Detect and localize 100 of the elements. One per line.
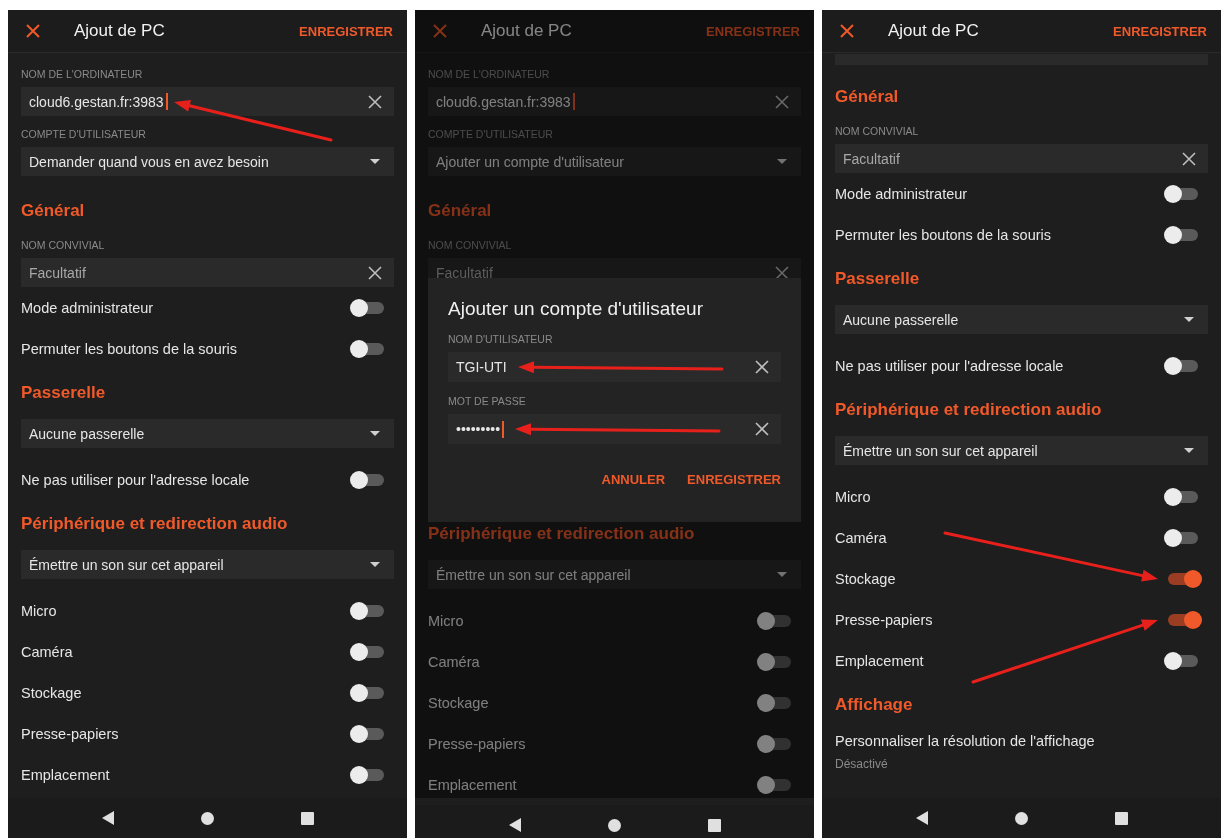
save-button[interactable]: ENREGISTRER <box>1113 23 1207 39</box>
section-heading: Affichage <box>835 694 914 716</box>
toggle-label: Presse-papiers <box>835 611 933 628</box>
save-button[interactable]: ENREGISTRER <box>299 23 393 39</box>
screen-title: Ajout de PC <box>888 21 980 41</box>
home-button[interactable] <box>605 816 623 834</box>
toggle-label: Emplacement <box>428 776 517 793</box>
dropdown[interactable]: Ajouter un compte d'utilisateur <box>428 147 801 176</box>
field-label: NOM CONVIVIAL <box>428 238 513 253</box>
setting-title: Personnaliser la résolution de l'affichage <box>835 732 1096 751</box>
toggle-label: Emplacement <box>21 766 110 783</box>
caret-icon <box>370 562 380 567</box>
setting-value: Désactivé <box>835 756 889 773</box>
dialog-button[interactable]: ENREGISTRER <box>687 472 781 487</box>
toggle-label: Caméra <box>428 653 480 670</box>
home-button[interactable] <box>1012 809 1030 827</box>
home-icon <box>607 818 621 832</box>
dropdown[interactable]: Émettre un son sur cet appareil <box>835 436 1208 465</box>
close-icon <box>368 266 382 280</box>
screen-title: Ajout de PC <box>74 21 166 41</box>
toggle-label: Ne pas utiliser pour l'adresse locale <box>21 471 250 488</box>
section-heading: Passerelle <box>835 268 921 290</box>
section-heading: Périphérique et redirection audio <box>835 399 1103 421</box>
close-button[interactable] <box>838 22 856 40</box>
toggle-label: Stockage <box>428 694 489 711</box>
close-icon <box>775 266 789 280</box>
text-field[interactable]: cloud6.gestan.fr:3983 <box>21 87 394 116</box>
dialog-title: Ajouter un compte d'utilisateur <box>448 298 704 320</box>
dropdown[interactable]: Aucune passerelle <box>835 305 1208 334</box>
toggle-label: Micro <box>21 602 57 619</box>
caret-icon <box>1184 317 1194 322</box>
caret-icon <box>777 159 787 164</box>
close-icon <box>755 360 769 374</box>
section-heading: Général <box>835 86 900 108</box>
field-label: NOM CONVIVIAL <box>21 238 106 253</box>
clear-button[interactable] <box>366 92 384 111</box>
field-label: NOM DE L'ORDINATEUR <box>21 67 144 82</box>
field-label: COMPTE D'UTILISATEUR <box>21 127 147 142</box>
toggle-label: Micro <box>428 612 464 629</box>
text-field[interactable]: cloud6.gestan.fr:3983 <box>428 87 801 116</box>
clear-button[interactable] <box>753 420 771 438</box>
section-heading: Passerelle <box>21 382 107 404</box>
field-label: MOT DE PASSE <box>448 394 527 409</box>
recents-icon <box>1114 811 1128 825</box>
toggle-label: Presse-papiers <box>21 725 119 742</box>
recents-button[interactable] <box>1112 809 1130 827</box>
text-field[interactable]: ••••••••• <box>448 414 781 444</box>
home-button[interactable] <box>198 809 216 827</box>
section-heading: Périphérique et redirection audio <box>428 523 696 545</box>
screen-title: Ajout de PC <box>481 21 573 41</box>
recents-button[interactable] <box>298 809 316 827</box>
back-icon <box>508 818 521 832</box>
section-heading: Général <box>428 200 493 222</box>
toggle-label: Permuter les boutons de la souris <box>835 226 1051 243</box>
back-icon <box>915 811 928 825</box>
close-icon <box>1182 152 1196 166</box>
close-icon <box>775 94 789 109</box>
caret-icon <box>1184 448 1194 453</box>
toggle-label: Presse-papiers <box>428 735 526 752</box>
toggle-label: Mode administrateur <box>21 299 154 316</box>
home-icon <box>1014 811 1028 825</box>
close-icon <box>840 24 854 38</box>
dialog-button[interactable]: ANNULER <box>601 472 666 487</box>
dropdown[interactable]: Émettre un son sur cet appareil <box>428 560 801 589</box>
close-icon <box>433 24 447 38</box>
clear-button[interactable] <box>753 358 771 376</box>
toggle-label: Stockage <box>21 684 82 701</box>
recents-button[interactable] <box>705 816 723 834</box>
clear-button[interactable] <box>773 92 791 111</box>
dropdown[interactable]: Aucune passerelle <box>21 419 394 448</box>
text-field[interactable]: Facultatif <box>835 144 1208 173</box>
toggle-label: Stockage <box>835 570 896 587</box>
text-field[interactable]: Facultatif <box>21 258 394 287</box>
dropdown[interactable]: Émettre un son sur cet appareil <box>21 550 394 579</box>
section-heading: Périphérique et redirection audio <box>21 513 289 535</box>
recents-icon <box>300 811 314 825</box>
caret-icon <box>370 431 380 436</box>
close-icon <box>26 24 40 38</box>
back-icon <box>101 811 114 825</box>
close-button[interactable] <box>24 22 42 40</box>
close-icon <box>368 94 382 109</box>
section-heading: Général <box>21 200 86 222</box>
toggle-label: Mode administrateur <box>835 185 968 202</box>
toggle-label: Micro <box>835 488 871 505</box>
field-label: NOM DE L'ORDINATEUR <box>428 67 551 82</box>
toggle-label: Emplacement <box>835 652 924 669</box>
clear-button[interactable] <box>366 264 384 282</box>
toggle-label: Caméra <box>835 529 887 546</box>
clear-button[interactable] <box>1180 150 1198 168</box>
dropdown[interactable]: Demander quand vous en avez besoin <box>21 147 394 176</box>
toggle-label: Caméra <box>21 643 73 660</box>
caret-icon <box>777 572 787 577</box>
toggle-label: Ne pas utiliser pour l'adresse locale <box>835 357 1064 374</box>
field-label: NOM CONVIVIAL <box>835 124 920 139</box>
toggle-label: Permuter les boutons de la souris <box>21 340 237 357</box>
text-field[interactable]: TGI-UTI <box>448 352 781 382</box>
field-label: COMPTE D'UTILISATEUR <box>428 127 554 142</box>
recents-icon <box>707 818 721 832</box>
close-icon <box>755 422 769 436</box>
home-icon <box>200 811 214 825</box>
